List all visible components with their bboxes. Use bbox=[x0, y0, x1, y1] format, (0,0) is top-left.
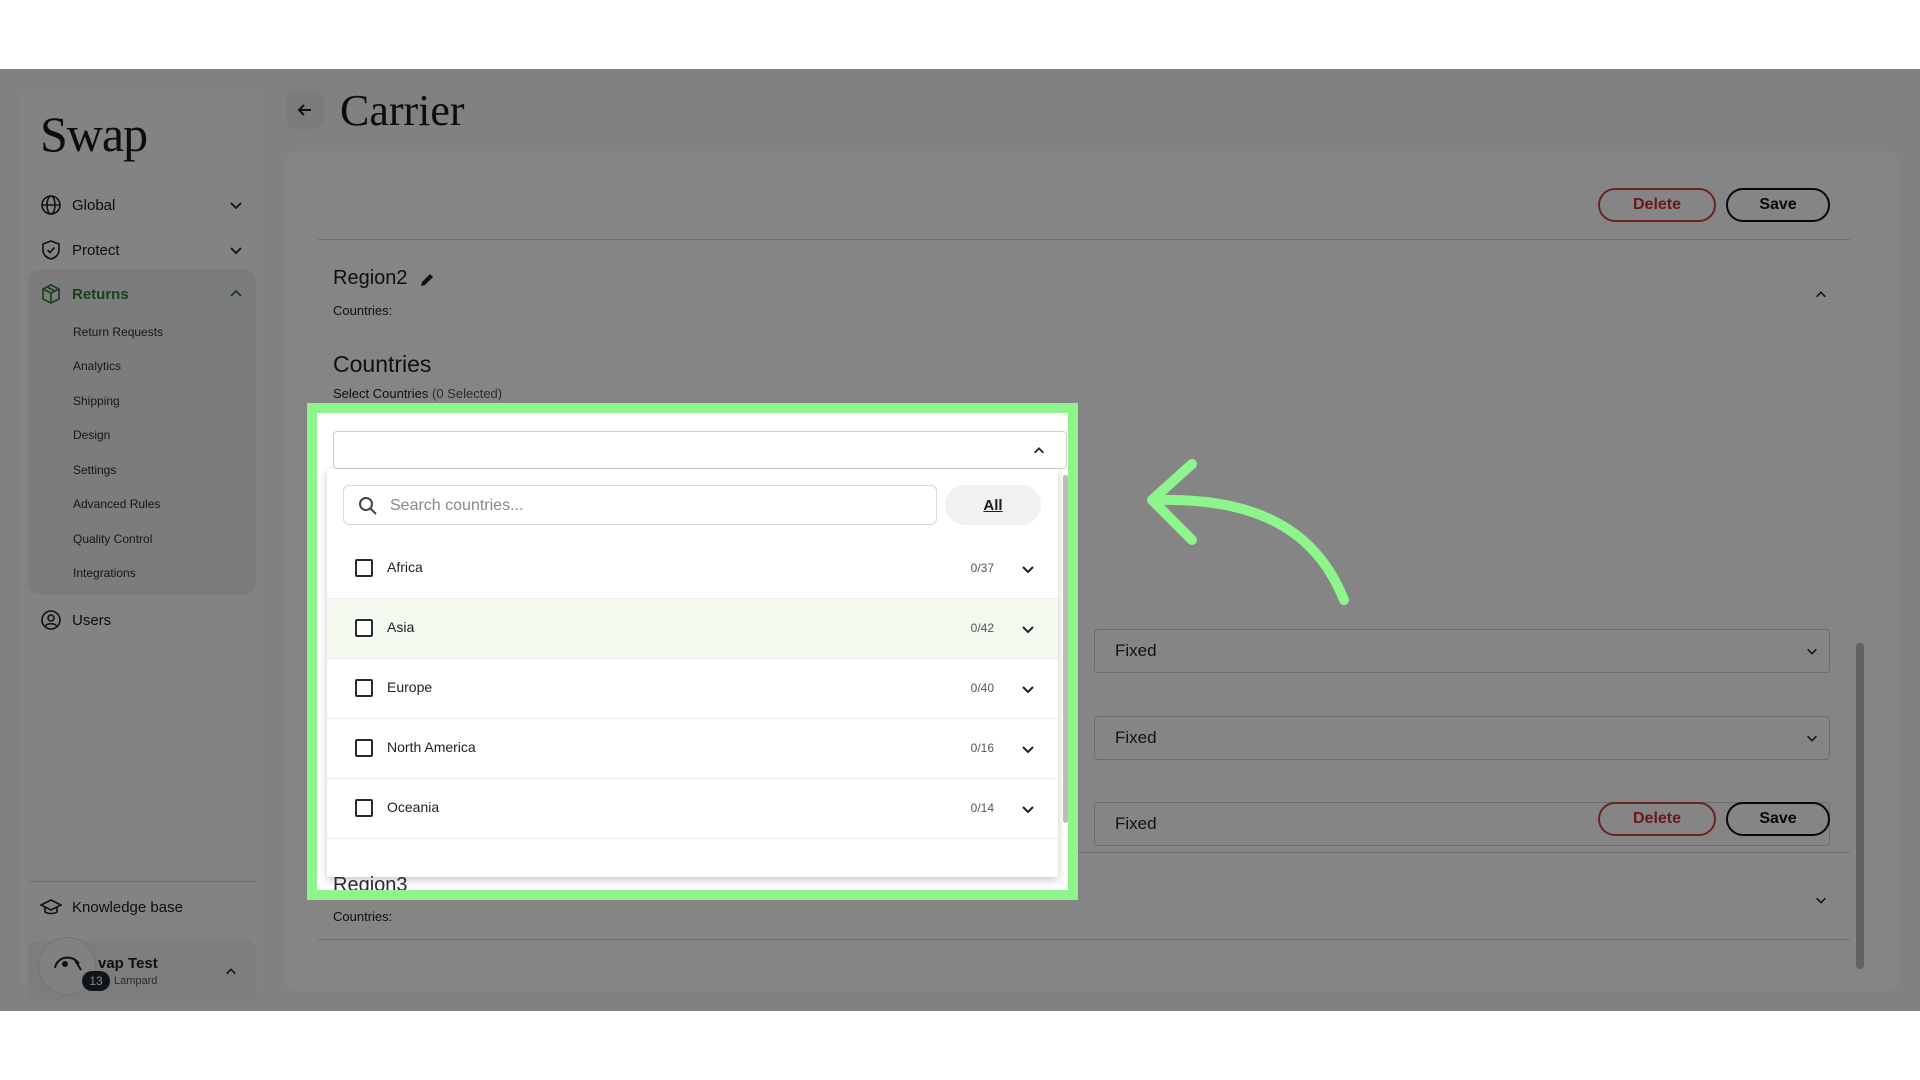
edit-pencil-icon[interactable] bbox=[418, 271, 436, 289]
sidebar-item-label: Knowledge base bbox=[72, 898, 183, 916]
continent-name: North America bbox=[387, 739, 476, 755]
continent-count: 0/37 bbox=[970, 561, 994, 575]
chevron-down-icon[interactable] bbox=[1020, 681, 1036, 697]
sidebar-subitem-analytics[interactable]: Analytics bbox=[73, 359, 121, 373]
continent-count: 0/40 bbox=[970, 681, 994, 695]
sidebar-subitem-design[interactable]: Design bbox=[73, 428, 110, 442]
logo: Swap bbox=[40, 106, 148, 162]
chevron-down-icon bbox=[230, 202, 242, 210]
notification-badge: 13 bbox=[82, 971, 110, 991]
returns-group bbox=[28, 269, 256, 595]
continent-row-africa[interactable]: Africa 0/37 bbox=[327, 539, 1058, 599]
rate-type-select[interactable]: Fixed bbox=[1094, 716, 1830, 760]
continent-row-asia[interactable]: Asia 0/42 bbox=[327, 599, 1058, 659]
chevron-down-icon bbox=[230, 247, 242, 255]
section-title: Countries bbox=[333, 351, 432, 377]
sidebar-subitem-return-requests[interactable]: Return Requests bbox=[73, 325, 163, 339]
globe-icon bbox=[40, 194, 62, 216]
sidebar-item-protect[interactable]: Protect bbox=[40, 234, 250, 266]
arrow-left-icon bbox=[297, 104, 311, 116]
region-countries-label: Countries: bbox=[333, 303, 393, 318]
sidebar-item-users[interactable]: Users bbox=[40, 604, 250, 636]
region-countries-label: Countries: bbox=[333, 909, 393, 924]
region-name: Region2 bbox=[333, 267, 408, 289]
sidebar-subitem-quality-control[interactable]: Quality Control bbox=[73, 532, 152, 546]
chevron-down-icon[interactable] bbox=[1814, 893, 1828, 907]
country-search bbox=[343, 485, 937, 525]
scrollbar[interactable] bbox=[1856, 643, 1864, 969]
chevron-up-icon bbox=[226, 968, 236, 975]
select-label-text: Select Countries bbox=[333, 386, 429, 401]
select-countries-label: Select Countries (0 Selected) bbox=[333, 386, 502, 401]
checkbox[interactable] bbox=[355, 799, 373, 817]
sidebar-item-knowledge-base[interactable]: Knowledge base bbox=[40, 891, 250, 923]
chevron-down-icon[interactable] bbox=[1020, 741, 1036, 757]
user-menu[interactable]: 13 vap Test Lampard bbox=[28, 937, 256, 1001]
search-icon bbox=[359, 497, 377, 515]
delete-button[interactable]: Delete bbox=[1598, 802, 1716, 836]
sidebar-item-global[interactable]: Global bbox=[40, 189, 250, 221]
dropdown-panel: All Africa 0/37 Asia 0/42 Europe 0/40 No… bbox=[327, 469, 1058, 877]
sidebar-subitem-shipping[interactable]: Shipping bbox=[73, 394, 120, 408]
package-icon bbox=[40, 283, 62, 305]
sidebar-item-label: Users bbox=[72, 611, 112, 629]
rate-type-select[interactable]: Fixed bbox=[1094, 629, 1830, 673]
chevron-up-icon[interactable] bbox=[1814, 288, 1828, 302]
chevron-down-icon[interactable] bbox=[1020, 801, 1036, 817]
country-select-input[interactable] bbox=[333, 431, 1067, 469]
sidebar-item-label: Returns bbox=[72, 285, 129, 303]
chevron-down-icon bbox=[1807, 735, 1817, 742]
rate-type-value: Fixed bbox=[1115, 641, 1157, 660]
divider bbox=[318, 939, 1850, 940]
checkbox[interactable] bbox=[355, 679, 373, 697]
graduation-cap-icon bbox=[40, 896, 62, 918]
continent-count: 0/42 bbox=[970, 621, 994, 635]
chevron-down-icon[interactable] bbox=[1020, 561, 1036, 577]
save-button[interactable]: Save bbox=[1726, 802, 1830, 836]
save-button[interactable]: Save bbox=[1726, 188, 1830, 222]
user-name: vap Test bbox=[98, 955, 158, 972]
continent-name: Europe bbox=[387, 679, 433, 695]
rate-type-value: Fixed bbox=[1115, 728, 1157, 747]
search-input[interactable] bbox=[388, 494, 922, 518]
chevron-up-icon bbox=[230, 289, 242, 297]
divider bbox=[28, 881, 256, 882]
annotation-arrow-icon bbox=[1147, 459, 1349, 605]
checkbox[interactable] bbox=[355, 739, 373, 757]
continent-count: 0/14 bbox=[970, 801, 994, 815]
select-all-button[interactable]: All bbox=[945, 485, 1041, 525]
dropdown-scrollbar[interactable] bbox=[1063, 475, 1068, 823]
sidebar-item-label: Protect bbox=[72, 241, 120, 259]
region-name-region3: Region3 bbox=[333, 876, 408, 890]
page-title: Carrier bbox=[340, 86, 465, 135]
sidebar: Swap Global Protect Returns Return Reque… bbox=[20, 89, 264, 1001]
sidebar-item-label: Global bbox=[72, 196, 116, 214]
sidebar-subitem-settings[interactable]: Settings bbox=[73, 463, 116, 477]
rate-type-select[interactable]: Fixed bbox=[1094, 802, 1830, 846]
checkbox[interactable] bbox=[355, 559, 373, 577]
divider bbox=[318, 239, 1850, 240]
sidebar-item-returns[interactable]: Returns bbox=[40, 278, 250, 310]
shield-icon bbox=[40, 239, 62, 261]
continent-row-north-america[interactable]: North America 0/16 bbox=[327, 719, 1058, 779]
continent-name: Asia bbox=[387, 619, 415, 635]
continent-row-oceania[interactable]: Oceania 0/14 bbox=[327, 779, 1058, 839]
sidebar-subitem-integrations[interactable]: Integrations bbox=[73, 566, 136, 580]
rate-type-value: Fixed bbox=[1115, 814, 1157, 833]
selected-count: (0 Selected) bbox=[432, 386, 503, 401]
continent-name: Africa bbox=[387, 559, 423, 575]
delete-button[interactable]: Delete bbox=[1598, 188, 1716, 222]
country-dropdown: All Africa 0/37 Asia 0/42 Europe 0/40 No… bbox=[317, 413, 1068, 890]
back-button[interactable] bbox=[286, 91, 324, 129]
chevron-down-icon[interactable] bbox=[1020, 621, 1036, 637]
user-circle-icon bbox=[40, 609, 62, 631]
continent-row-europe[interactable]: Europe 0/40 bbox=[327, 659, 1058, 719]
sidebar-subitem-advanced-rules[interactable]: Advanced Rules bbox=[73, 497, 160, 511]
continent-name: Oceania bbox=[387, 799, 440, 815]
user-org: Lampard bbox=[114, 975, 158, 987]
continent-count: 0/16 bbox=[970, 741, 994, 755]
checkbox[interactable] bbox=[355, 619, 373, 637]
chevron-down-icon bbox=[1807, 648, 1817, 655]
chevron-up-icon bbox=[1034, 447, 1044, 454]
